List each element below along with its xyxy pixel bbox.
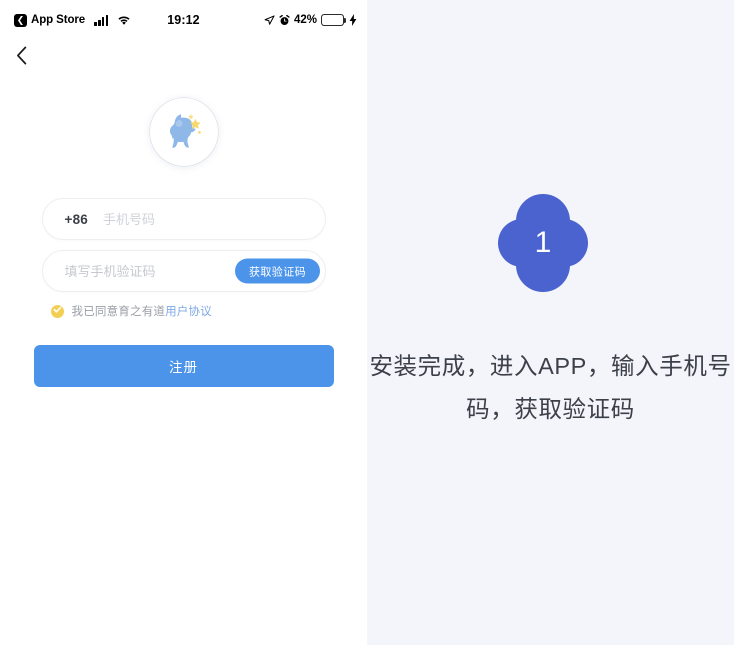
chevron-left-icon <box>16 46 28 65</box>
status-bar-right-group: 42% <box>264 14 357 26</box>
battery-percent-label: 42% <box>293 14 317 26</box>
agreement-row: 我已同意育之有道用户协议 <box>42 303 326 319</box>
step-badge: 1 <box>498 193 588 293</box>
status-bar: ❮ App Store 19:12 42% <box>0 0 367 40</box>
instruction-text: 安装完成，进入APP，输入手机号码，获取验证码 <box>369 353 732 422</box>
step-number-label: 1 <box>534 226 552 259</box>
battery-icon <box>321 14 347 26</box>
lightning-bolt-icon <box>349 14 357 26</box>
agreement-text: 我已同意育之有道用户协议 <box>72 303 212 319</box>
back-button[interactable] <box>16 40 52 70</box>
instruction-pane: 1 安装完成，进入APP，输入手机号码，获取验证码 <box>367 0 734 645</box>
get-verification-code-button[interactable]: 获取验证码 <box>235 258 320 284</box>
agreement-prefix-label: 我已同意育之有道 <box>71 306 166 318</box>
screenshot-root: ❮ App Store 19:12 42% +86 手机号码 填写手机验证码 获… <box>0 0 734 660</box>
verification-code-input[interactable] <box>64 263 215 279</box>
phone-number-input[interactable] <box>103 211 253 227</box>
location-arrow-icon <box>264 14 275 26</box>
app-logo <box>149 98 218 166</box>
alarm-clock-icon <box>279 14 290 26</box>
country-code-label[interactable]: +86 <box>65 212 89 227</box>
register-submit-button[interactable]: 注册 <box>33 345 334 387</box>
agreement-checkbox[interactable] <box>50 303 64 319</box>
user-agreement-link[interactable]: 用户协议 <box>165 306 212 318</box>
app-logo-elephant-star-icon <box>162 108 206 157</box>
check-circle-icon <box>51 303 64 319</box>
registration-form: +86 获取验证码 我已同意育之有道用户协议 <box>0 198 367 387</box>
phone-screenshot-pane: ❮ App Store 19:12 42% +86 手机号码 填写手机验证码 获… <box>0 0 367 660</box>
verification-code-field[interactable]: 获取验证码 <box>41 250 326 292</box>
phone-number-field[interactable]: +86 <box>41 198 326 240</box>
